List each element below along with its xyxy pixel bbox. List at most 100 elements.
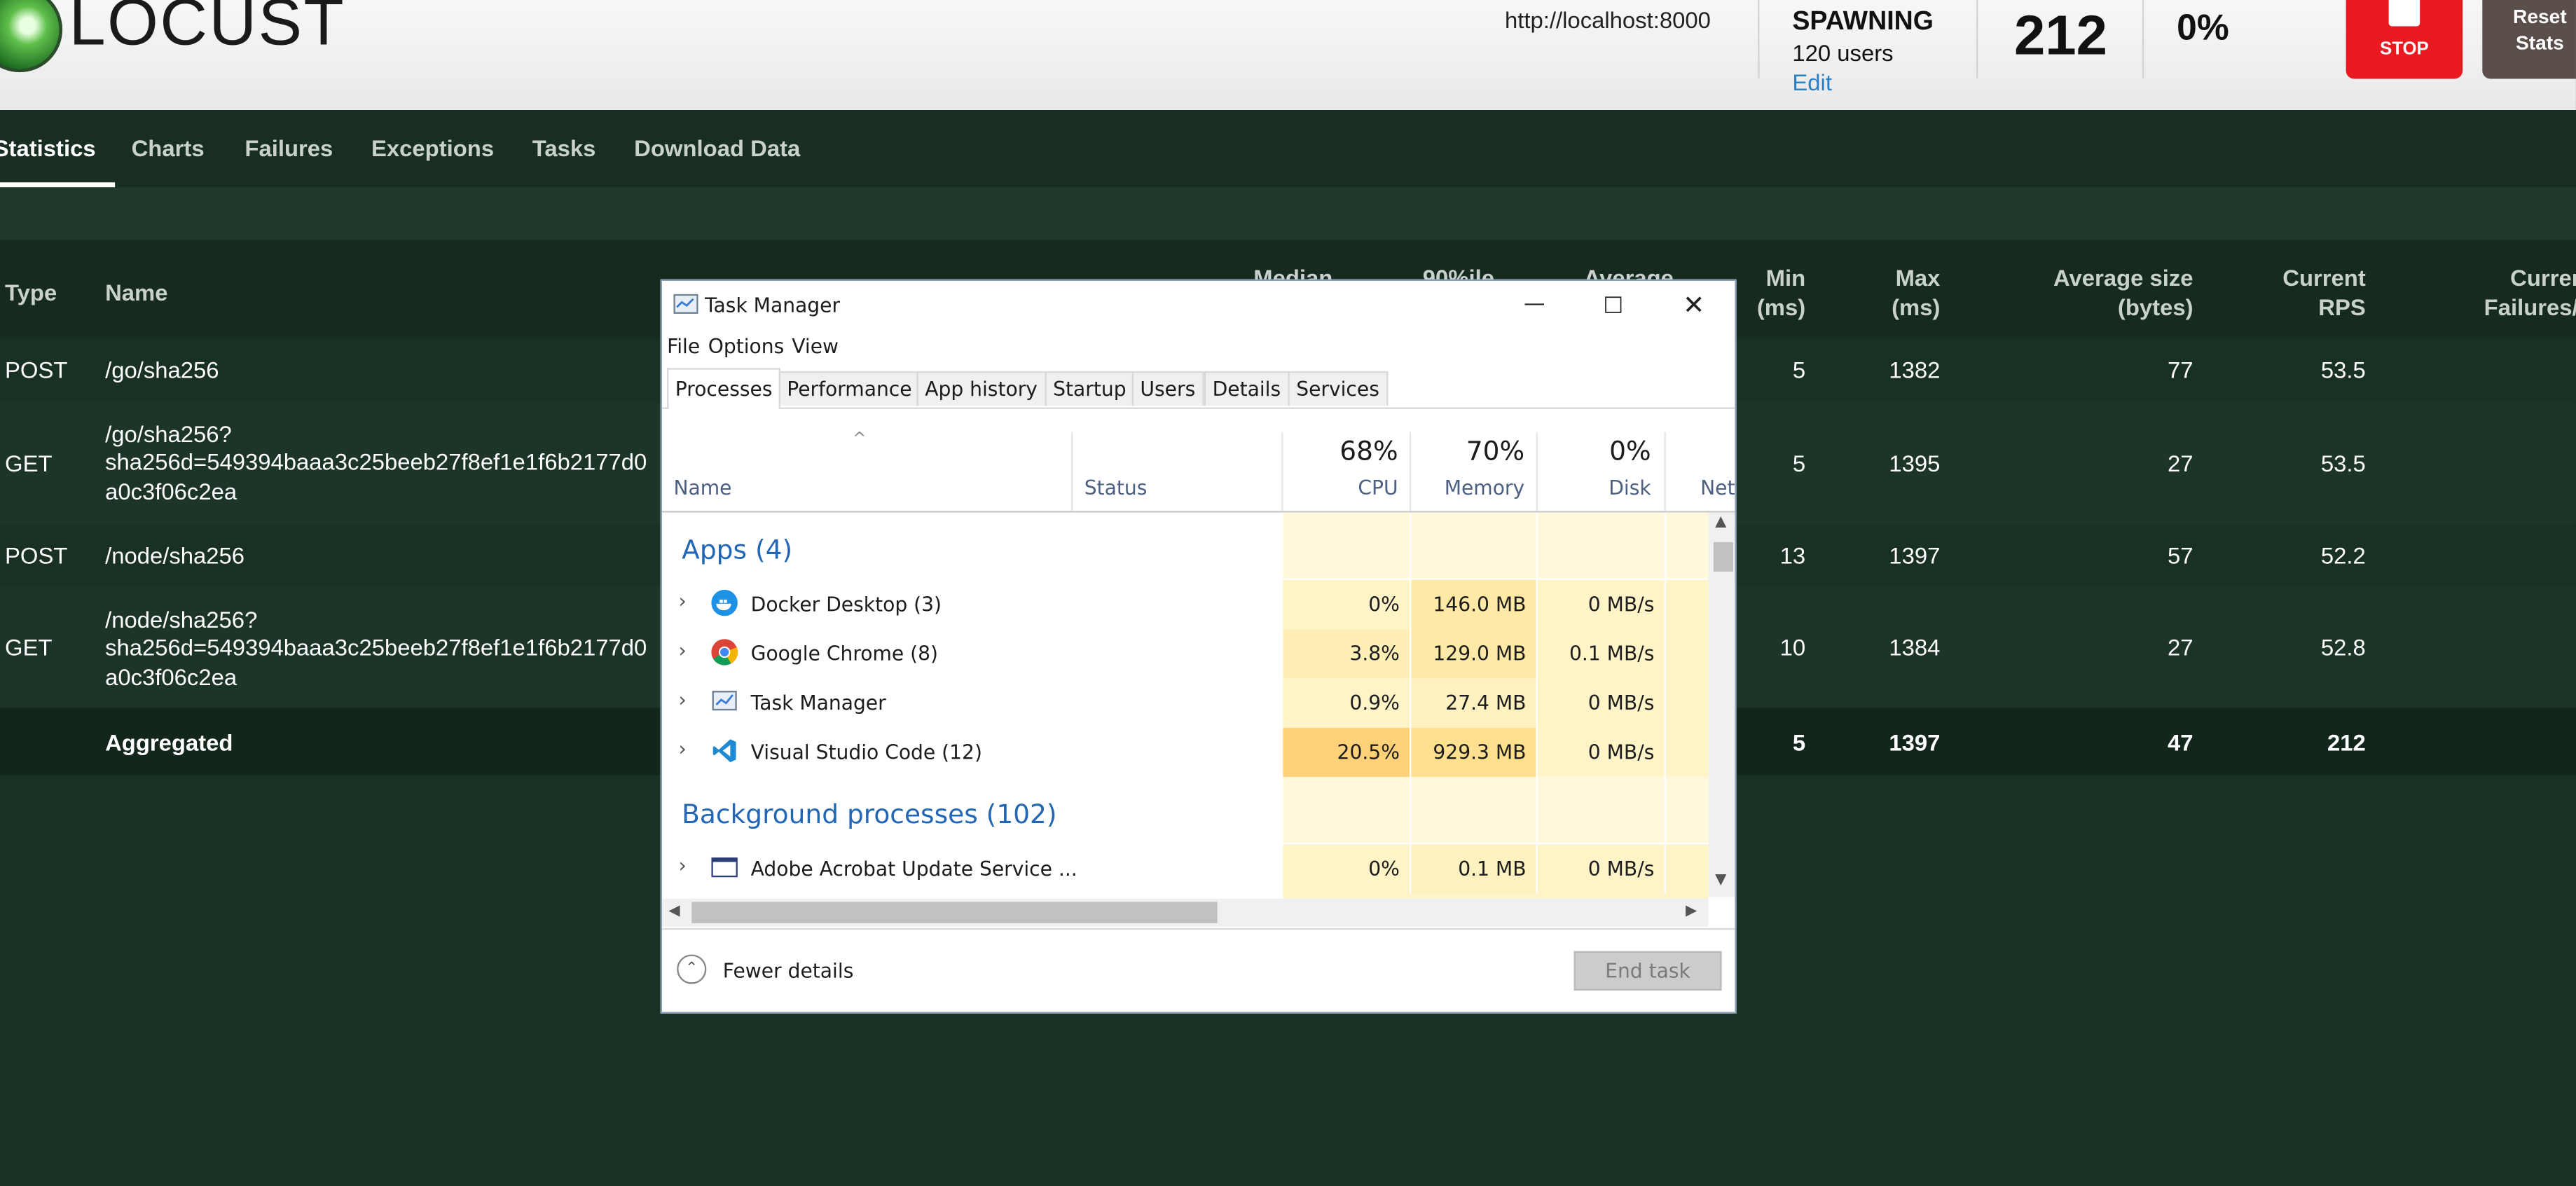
- expand-chevron-icon[interactable]: ›: [678, 590, 686, 613]
- row-name-line2: sha256d=549394baaa3c25beeb27f8ef1e1f6b21…: [105, 448, 647, 475]
- col-max-line2: (ms): [1892, 294, 1941, 321]
- main-nav: Statistics Charts Failures Exceptions Ta…: [0, 110, 2576, 188]
- user-count: 120 users: [1792, 39, 1894, 66]
- tab-app-history[interactable]: App history: [916, 371, 1046, 406]
- collapse-icon[interactable]: ⌃: [677, 954, 707, 984]
- horizontal-scrollbar[interactable]: ◀ ▶: [662, 898, 1709, 927]
- process-name[interactable]: Adobe Acrobat Update Service ...: [751, 857, 1077, 881]
- col-status[interactable]: Status: [1084, 476, 1148, 499]
- scroll-thumb[interactable]: [1713, 542, 1733, 572]
- process-memory: 929.3 MB: [1411, 727, 1536, 778]
- edit-link[interactable]: Edit: [1792, 69, 1832, 95]
- scroll-left-icon[interactable]: ◀: [668, 904, 680, 920]
- heat-bg: [1411, 512, 1536, 579]
- expand-chevron-icon[interactable]: ›: [678, 738, 686, 761]
- process-network: [1665, 579, 1709, 630]
- col-average-size[interactable]: Average size (bytes): [2004, 263, 2193, 322]
- tab-processes[interactable]: Processes: [667, 368, 781, 409]
- tab-failures[interactable]: Failures: [244, 135, 333, 161]
- tm-tab-bar: Processes Performance App history Startu…: [662, 368, 1735, 409]
- row-name: /go/sha256: [105, 356, 219, 383]
- spacer-strip: [0, 187, 2576, 240]
- scroll-right-icon[interactable]: ▶: [1686, 904, 1697, 920]
- col-current-rps[interactable]: Current RPS: [2234, 263, 2366, 322]
- col-avgsize-line2: (bytes): [2117, 294, 2193, 321]
- process-name[interactable]: Docker Desktop (3): [751, 593, 942, 616]
- menu-options[interactable]: Options: [708, 335, 785, 358]
- col-max[interactable]: Max (ms): [1840, 263, 1940, 322]
- close-button[interactable]: ✕: [1656, 284, 1732, 327]
- group-apps[interactable]: Apps (4): [682, 534, 792, 565]
- row-type: GET: [5, 634, 53, 661]
- row-name-line3: a0c3f06c2ea: [105, 663, 237, 690]
- heat-bg: [1283, 777, 1410, 843]
- col-max-line1: Max: [1895, 264, 1941, 291]
- menu-view[interactable]: View: [792, 335, 839, 358]
- row-max: 1395: [1889, 450, 1941, 477]
- col-type[interactable]: Type: [5, 277, 57, 307]
- menu-file[interactable]: File: [667, 335, 700, 358]
- process-network: [1665, 727, 1709, 778]
- process-memory: 0.1 MB: [1411, 844, 1536, 894]
- tab-services[interactable]: Services: [1288, 371, 1388, 406]
- col-cpu[interactable]: CPU: [1286, 476, 1398, 499]
- footer-divider: [662, 928, 1735, 930]
- process-cpu: 3.8%: [1283, 629, 1410, 679]
- group-background-processes[interactable]: Background processes (102): [682, 799, 1056, 830]
- row-rps: 52.2: [2320, 542, 2366, 569]
- process-name[interactable]: Google Chrome (8): [751, 642, 938, 666]
- expand-chevron-icon[interactable]: ›: [678, 639, 686, 662]
- process-cpu: 0%: [1283, 579, 1410, 630]
- process-network: [1665, 844, 1709, 894]
- heat-bg: [1665, 512, 1709, 579]
- status-label: SPAWNING: [1792, 8, 1934, 36]
- col-name[interactable]: Name: [673, 476, 731, 499]
- row-rps: 52.8: [2320, 634, 2366, 661]
- reset-stats-button[interactable]: Reset Stats: [2482, 0, 2576, 79]
- col-current-failures[interactable]: Current Failures/s: [2484, 263, 2576, 322]
- tab-exceptions[interactable]: Exceptions: [371, 135, 494, 161]
- col-network[interactable]: Network: [1700, 476, 1735, 499]
- tab-details[interactable]: Details: [1204, 371, 1289, 406]
- active-tab-indicator: [0, 182, 116, 188]
- end-task-button[interactable]: End task: [1573, 951, 1722, 991]
- expand-chevron-icon[interactable]: ›: [678, 689, 686, 712]
- divider: [1281, 432, 1283, 511]
- tab-statistics[interactable]: Statistics: [0, 135, 96, 161]
- failure-ratio: 0%: [2177, 6, 2229, 48]
- total-rps: 212: [2013, 5, 2108, 68]
- tab-charts[interactable]: Charts: [132, 135, 205, 161]
- sort-caret-icon: ^: [853, 430, 867, 449]
- process-name[interactable]: Visual Studio Code (12): [751, 741, 982, 764]
- row-type: POST: [5, 356, 68, 383]
- tab-users[interactable]: Users: [1131, 371, 1204, 406]
- process-name[interactable]: Task Manager: [751, 691, 886, 715]
- tab-tasks[interactable]: Tasks: [532, 135, 596, 161]
- scroll-thumb[interactable]: [691, 902, 1218, 923]
- heat-bg: [1411, 777, 1536, 843]
- row-name-line1: /go/sha256?: [105, 420, 232, 447]
- vertical-scrollbar[interactable]: ▲ ▼: [1708, 512, 1735, 897]
- col-memory[interactable]: Memory: [1414, 476, 1524, 499]
- scroll-down-icon[interactable]: ▼: [1715, 872, 1726, 888]
- maximize-button[interactable]: □: [1576, 284, 1651, 327]
- stop-label: STOP: [2379, 39, 2429, 60]
- col-disk[interactable]: Disk: [1541, 476, 1651, 499]
- tab-performance[interactable]: Performance: [778, 371, 921, 406]
- screen: LOCUST http://localhost:8000 SPAWNING 12…: [0, 0, 2576, 1186]
- stop-button[interactable]: STOP: [2346, 0, 2463, 79]
- fewer-details-link[interactable]: Fewer details: [723, 959, 854, 982]
- divider: [1410, 432, 1412, 511]
- row-rps: 53.5: [2320, 356, 2366, 383]
- tab-startup[interactable]: Startup: [1045, 371, 1135, 406]
- tab-download-data[interactable]: Download Data: [634, 135, 800, 161]
- process-disk: 0 MB/s: [1537, 678, 1665, 728]
- scroll-up-icon[interactable]: ▲: [1715, 514, 1726, 530]
- col-name[interactable]: Name: [105, 277, 167, 307]
- divider: [1664, 432, 1666, 511]
- expand-chevron-icon[interactable]: ›: [678, 854, 686, 877]
- window-title: Task Manager: [705, 294, 841, 317]
- vscode-icon: [712, 739, 736, 763]
- minimize-button[interactable]: —: [1496, 284, 1572, 327]
- process-disk: 0 MB/s: [1537, 579, 1665, 630]
